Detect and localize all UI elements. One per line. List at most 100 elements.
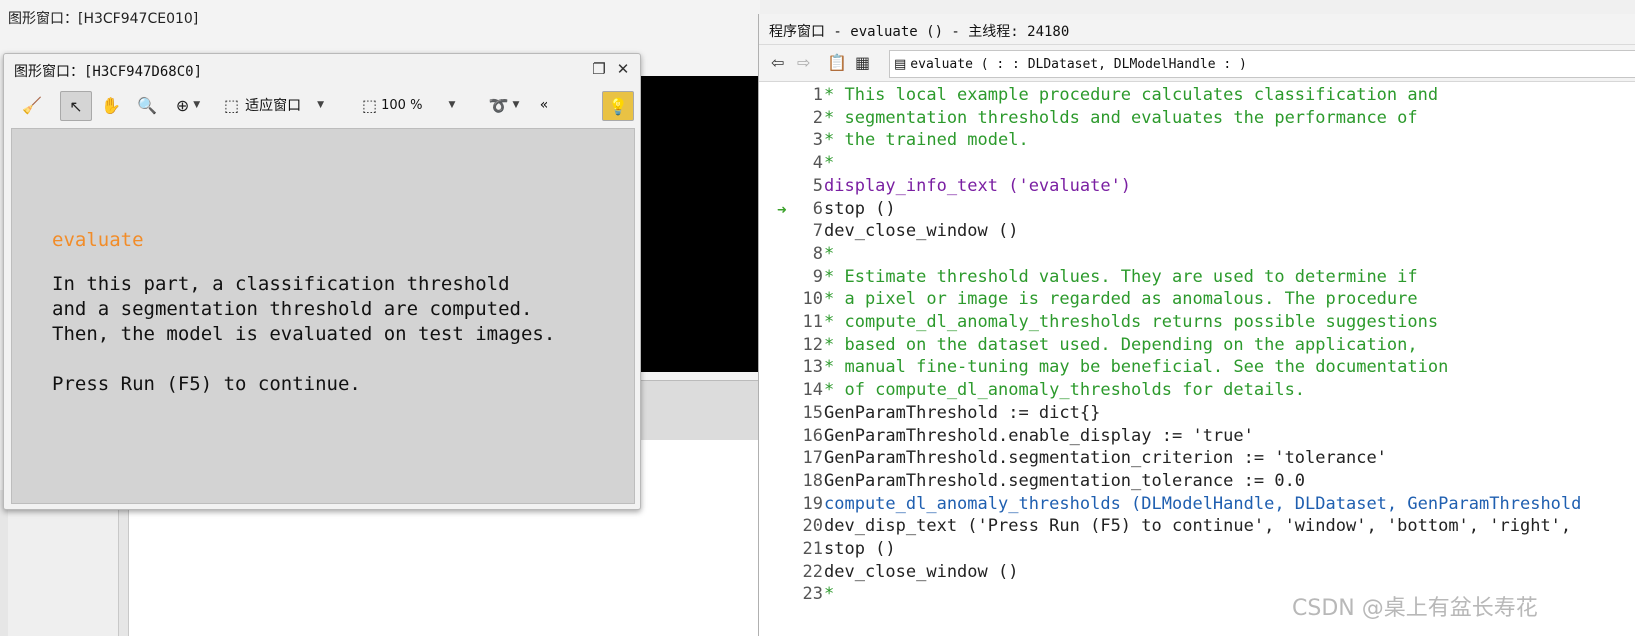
code-line[interactable]: 21 stop () [759, 538, 1635, 561]
bg-side-panel [8, 490, 119, 636]
code-line[interactable]: 3 * the trained model. [759, 129, 1635, 152]
code-line[interactable]: 7 dev_close_window () [759, 220, 1635, 243]
bg-panel-strip [630, 380, 760, 441]
code-line[interactable]: 19 compute_dl_anomaly_thresholds (DLModel… [759, 493, 1635, 516]
line-number: 10 [802, 289, 823, 310]
code-text: * manual fine-tuning may be beneficial. … [824, 357, 1449, 378]
code-line[interactable]: 5 display_info_text ('evaluate') [759, 175, 1635, 198]
line-number: 19 [802, 493, 823, 514]
fit-window-icon: ⬚ [224, 95, 240, 115]
message-line: and a segmentation threshold are compute… [52, 298, 533, 320]
procedure-signature: evaluate ( : : DLDataset, DLModelHandle … [910, 56, 1247, 72]
code-line[interactable]: 8 * [759, 243, 1635, 266]
zoom-level-icon: ⬚ [362, 95, 378, 115]
close-icon[interactable]: ✕ [612, 58, 634, 80]
grid-icon[interactable]: ▦ [855, 53, 870, 72]
pointer-icon[interactable]: ↖ [60, 91, 92, 121]
forward-arrow-icon[interactable]: ⇨ [797, 53, 810, 72]
line-number: 14 [802, 380, 823, 401]
graphics-canvas[interactable]: evaluate In this part, a classification … [11, 128, 635, 504]
code-text: GenParamThreshold := dict{} [824, 402, 1101, 423]
code-line[interactable]: 16 GenParamThreshold.enable_display := 't… [759, 425, 1635, 448]
line-number: 3 [812, 130, 823, 151]
line-number: 21 [802, 539, 823, 559]
draw-tool-dropdown[interactable]: ➰ ▼ [482, 91, 526, 119]
code-line[interactable]: 14 * of compute_dl_anomaly_thresholds for… [759, 379, 1635, 402]
code-line[interactable]: 10 * a pixel or image is regarded as anom… [759, 288, 1635, 311]
code-line[interactable]: 2 * segmentation thresholds and evaluates… [759, 107, 1635, 130]
fit-window-label: 适应窗口 [245, 98, 302, 114]
code-line[interactable]: 12 * based on the dataset used. Depending… [759, 334, 1635, 357]
code-line[interactable]: 18 GenParamThreshold.segmentation_toleran… [759, 470, 1635, 493]
code-text: * [824, 243, 835, 264]
restore-icon[interactable]: ❐ [588, 58, 610, 80]
code-line[interactable]: 9 * Estimate threshold values. They are u… [759, 266, 1635, 289]
line-number: 11 [802, 312, 823, 332]
code-text: * Estimate threshold values. They are us… [824, 266, 1418, 287]
code-text: stop () [824, 198, 896, 219]
back-arrow-icon[interactable]: ⇦ [771, 53, 784, 72]
code-text: * segmentation thresholds and evaluates … [824, 107, 1418, 128]
more-tools-label: « [539, 97, 549, 113]
program-window-title: 程序窗口 - evaluate () - 主线程: 24180 [769, 24, 1070, 40]
hand-pan-icon[interactable]: ✋ [96, 91, 126, 119]
watermark: CSDN @桌上有盆长寿花 [1292, 596, 1538, 621]
message-line: Then, the model is evaluated on test ima… [52, 323, 556, 345]
zoom-level-dropdown[interactable]: ⬚ 100 % ▼ [362, 91, 468, 119]
procedure-selector[interactable]: ▤ evaluate ( : : DLDataset, DLModelHandl… [889, 50, 1635, 78]
code-editor[interactable]: 1 * This local example procedure calculat… [759, 84, 1635, 636]
clear-broom-icon[interactable]: 🧹 [18, 91, 46, 119]
program-window-titlebar[interactable]: 程序窗口 - evaluate () - 主线程: 24180 [759, 14, 1635, 45]
line-number: 16 [802, 425, 823, 446]
line-number: 7 [812, 221, 823, 242]
code-text: compute_dl_anomaly_thresholds (DLModelHa… [824, 493, 1582, 514]
chevron-down-icon: ▼ [512, 100, 520, 110]
code-line[interactable]: 22 dev_close_window () [759, 561, 1635, 584]
line-number: 5 [812, 175, 823, 196]
code-text: * of compute_dl_anomaly_thresholds for d… [824, 380, 1306, 401]
code-text: * a pixel or image is regarded as anomal… [824, 289, 1418, 310]
code-line[interactable]: 17 GenParamThreshold.segmentation_criteri… [759, 447, 1635, 470]
graphics-window: 图形窗口：[H3CF947D68C0] ❐ ✕ 🧹 ↖ ✋ 🔍 ⊕ ▼ ⬚ 适应窗… [3, 53, 641, 510]
code-text: GenParamThreshold.segmentation_tolerance… [824, 470, 1306, 491]
graphics-window-titlebar[interactable]: 图形窗口：[H3CF947D68C0] ❐ ✕ [4, 54, 640, 84]
line-number: 18 [802, 470, 823, 491]
graphics-toolbar: 🧹 ↖ ✋ 🔍 ⊕ ▼ ⬚ 适应窗口 ▼ ⬚ 100 % ▼ ➰ ▼ « 💡 [12, 87, 634, 123]
code-line[interactable]: 11 * compute_dl_anomaly_thresholds return… [759, 311, 1635, 334]
code-line[interactable]: 20 dev_disp_text ('Press Run (F5) to cont… [759, 515, 1635, 538]
zoom-in-dropdown[interactable]: ⊕ ▼ [168, 91, 208, 119]
line-number: 22 [802, 561, 823, 582]
code-text: dev_close_window () [824, 221, 1019, 242]
code-line[interactable]: 13 * manual fine-tuning may be beneficial… [759, 356, 1635, 379]
more-tools-button[interactable]: « [534, 91, 554, 119]
fit-window-dropdown[interactable]: ⬚ 适应窗口 ▼ [224, 91, 352, 119]
line-number: 17 [802, 448, 823, 469]
zoom-level-label: 100 % [381, 97, 423, 113]
code-line[interactable]: 4 * [759, 152, 1635, 175]
code-line[interactable]: 1 * This local example procedure calculat… [759, 84, 1635, 107]
message-line: In this part, a classification threshold [52, 273, 510, 295]
code-text: dev_close_window () [824, 561, 1019, 582]
lightbulb-icon[interactable]: 💡 [602, 91, 634, 121]
chevron-down-icon: ▼ [193, 100, 201, 110]
chevron-down-icon: ▼ [448, 100, 456, 110]
draw-tool-icon: ➰ [488, 95, 509, 115]
line-number: 8 [812, 243, 823, 264]
code-line[interactable]: ➜ 6 stop () [759, 198, 1635, 221]
procedure-icon: ▤ [894, 56, 907, 72]
code-text: GenParamThreshold.enable_display := 'tru… [824, 425, 1254, 446]
line-number: 2 [812, 107, 823, 128]
chevron-down-icon: ▼ [317, 100, 325, 110]
graphics-window-title: 图形窗口：[H3CF947D68C0] [14, 64, 203, 80]
code-text: GenParamThreshold.segmentation_criterion… [824, 448, 1387, 469]
magnifier-icon[interactable]: 🔍 [132, 91, 162, 119]
code-line[interactable]: 15 GenParamThreshold := dict{} [759, 402, 1635, 425]
bg-graphics-canvas[interactable] [630, 76, 760, 372]
code-text: * the trained model. [824, 130, 1029, 151]
code-text: display_info_text ('evaluate') [824, 175, 1132, 196]
clipboard-icon[interactable]: 📋 [827, 53, 847, 72]
code-text: * This local example procedure calculate… [824, 85, 1439, 105]
line-number: 13 [802, 357, 823, 378]
code-text: * based on the dataset used. Depending o… [824, 334, 1418, 355]
line-number: 12 [802, 334, 823, 355]
